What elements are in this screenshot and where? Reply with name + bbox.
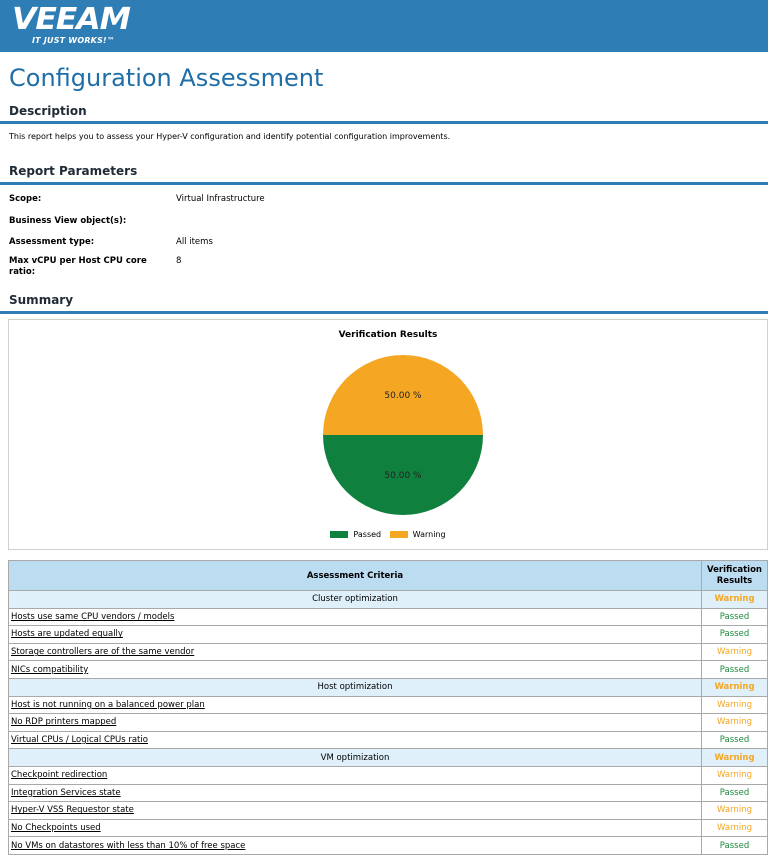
table-row: NICs compatibility Passed [8,660,768,679]
pie-label-passed: 50.00 % [384,471,422,481]
group-name: Cluster optimization [8,590,702,609]
criterion-link[interactable]: No VMs on datastores with less than 10% … [8,836,702,855]
criterion-link[interactable]: Integration Services state [8,783,702,803]
veeam-logo: VEEAM IT JUST WORKS!™ [12,5,134,47]
group-row: VM optimization Warning [8,748,768,767]
assessment-table: Assessment Criteria Verification Results… [8,560,768,855]
table-row: No RDP printers mapped Warning [8,713,768,732]
header-verification-results: Verification Results [701,560,768,591]
summary-heading: Summary [9,293,74,307]
table-row: Hosts use same CPU vendors / models Passe… [8,607,768,627]
result-cell: Passed [701,660,768,679]
table-body: Cluster optimization Warning Hosts use sam… [8,590,768,855]
result-cell: Warning [701,713,768,732]
result-cell: Passed [701,783,768,803]
criterion-link[interactable]: Storage controllers are of the same vend… [8,642,702,662]
group-result: Warning [701,590,768,609]
legend-label-passed: Passed [353,530,382,539]
criterion-link[interactable]: Checkpoint redirection [8,765,702,785]
result-cell: Passed [701,730,768,750]
table-row: Checkpoint redirection Warning [8,765,768,785]
pie-label-warning: 50.00 % [384,391,422,401]
table-row: Hyper-V VSS Requestor state Warning [8,801,768,820]
table-header-row: Assessment Criteria Verification Results [8,560,768,591]
criterion-link[interactable]: No Checkpoints used [8,818,702,838]
criterion-link[interactable]: NICs compatibility [8,660,702,679]
result-cell: Passed [701,625,768,644]
param-label-business-view: Business View object(s): [9,216,127,226]
table-row: Storage controllers are of the same vend… [8,642,768,662]
group-name: VM optimization [8,748,702,767]
group-row: Cluster optimization Warning [8,590,768,609]
section-divider [0,311,768,314]
legend-item-warning: Warning [389,530,446,539]
criterion-link[interactable]: Host is not running on a balanced power … [8,695,702,715]
chart-legend: Passed Warning [9,530,767,539]
result-cell: Warning [701,818,768,838]
description-text: This report helps you to assess your Hyp… [9,132,451,141]
table-row: Virtual CPUs / Logical CPUs ratio Passed [8,730,768,750]
header-banner: VEEAM IT JUST WORKS!™ [0,0,768,52]
header-assessment-criteria: Assessment Criteria [8,560,702,591]
param-value-assessment-type: All items [176,237,213,247]
result-cell: Passed [701,607,768,627]
criterion-link[interactable]: Hyper-V VSS Requestor state [8,801,702,820]
description-heading: Description [9,104,87,118]
group-row: Host optimization Warning [8,677,768,697]
table-row: Host is not running on a balanced power … [8,695,768,715]
param-label-scope: Scope: [9,194,42,204]
param-label-assessment-type: Assessment type: [9,237,95,247]
report-parameters-heading: Report Parameters [9,164,138,178]
group-result: Warning [701,748,768,767]
table-row: No VMs on datastores with less than 10% … [8,836,768,855]
table-row: Hosts are updated equally Passed [8,625,768,644]
logo-wordmark: VEEAM [12,2,131,37]
group-result: Warning [701,677,768,697]
group-name: Host optimization [8,677,702,697]
result-cell: Warning [701,801,768,820]
criterion-link[interactable]: Virtual CPUs / Logical CPUs ratio [8,730,702,750]
result-cell: Warning [701,695,768,715]
chart-title: Verification Results [338,330,438,340]
param-label-max-vcpu-ratio: Max vCPU per Host CPU core ratio: [9,256,147,277]
legend-item-passed: Passed [330,530,381,539]
result-cell: Warning [701,642,768,662]
legend-swatch-passed [330,531,349,538]
logo-tagline: IT JUST WORKS!™ [32,36,116,45]
table-row: No Checkpoints used Warning [8,818,768,838]
param-value-max-vcpu-ratio: 8 [176,256,182,266]
criterion-link[interactable]: No RDP printers mapped [8,713,702,732]
result-cell: Warning [701,765,768,785]
section-divider [0,182,768,185]
legend-swatch-warning [389,531,408,538]
legend-label-warning: Warning [412,530,446,539]
result-cell: Passed [701,836,768,855]
pie-chart: 50.00 % 50.00 % [323,355,483,515]
param-value-scope: Virtual Infrastructure [176,194,265,204]
criterion-link[interactable]: Hosts are updated equally [8,625,702,644]
section-divider [0,121,768,124]
page-title: Configuration Assessment [9,64,324,92]
table-row: Integration Services state Passed [8,783,768,803]
criterion-link[interactable]: Hosts use same CPU vendors / models [8,607,702,627]
verification-chart: Verification Results 50.00 % 50.00 % Pass… [8,319,768,550]
